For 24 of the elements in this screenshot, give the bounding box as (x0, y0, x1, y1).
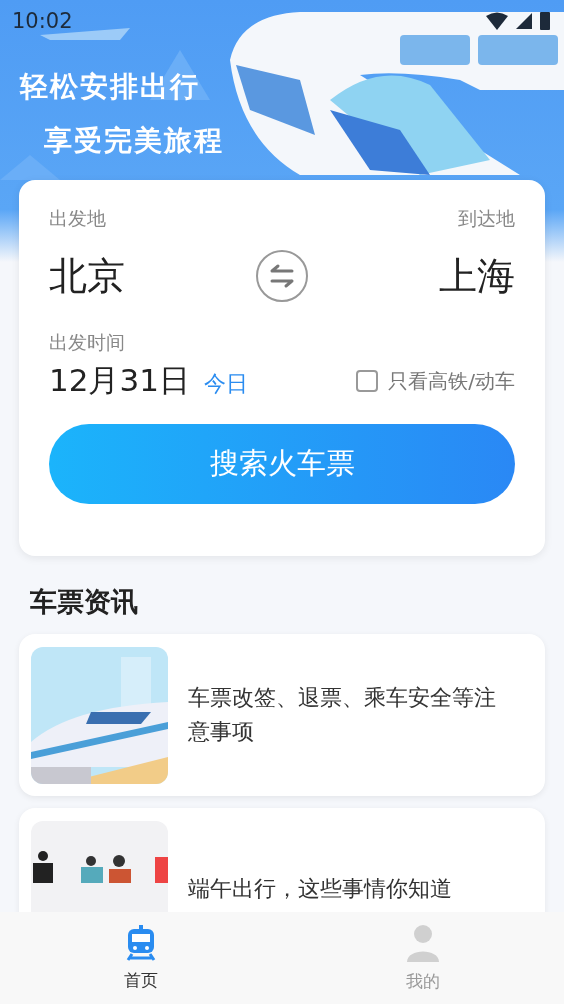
status-time: 10:02 (12, 9, 73, 33)
news-card[interactable]: 车票改签、退票、乘车安全等注意事项 (19, 634, 545, 796)
departure-date[interactable]: 12月31日 (49, 360, 190, 402)
banner-slogan: 享受完美旅程 (44, 123, 225, 159)
news-card[interactable]: 端午出行，这些事情你知道 (19, 808, 545, 912)
date-hint: 今日 (203, 370, 248, 398)
arrival-label: 到达地 (458, 206, 515, 231)
battery-icon (540, 12, 550, 30)
news-title: 车票改签、退票、乘车安全等注意事项 (188, 683, 497, 746)
checkbox[interactable] (356, 370, 379, 392)
swap-icon (268, 263, 296, 289)
person-icon (404, 923, 441, 962)
section-title: 车票资讯 (30, 585, 139, 619)
departure-city[interactable]: 北京 (49, 250, 125, 302)
news-title: 端午出行，这些事情你知道 (188, 874, 453, 903)
banner-slogan: 轻松安排出行 (20, 69, 201, 105)
date-label: 出发时间 (49, 331, 125, 353)
wifi-icon (486, 12, 508, 30)
checkbox-label: 只看高铁/动车 (388, 367, 515, 395)
signal-icon (516, 13, 532, 29)
departure-label: 出发地 (49, 206, 106, 231)
swap-button[interactable] (256, 250, 308, 302)
arrival-city[interactable]: 上海 (439, 250, 515, 302)
nav-tab[interactable]: 首页 (123, 924, 158, 992)
